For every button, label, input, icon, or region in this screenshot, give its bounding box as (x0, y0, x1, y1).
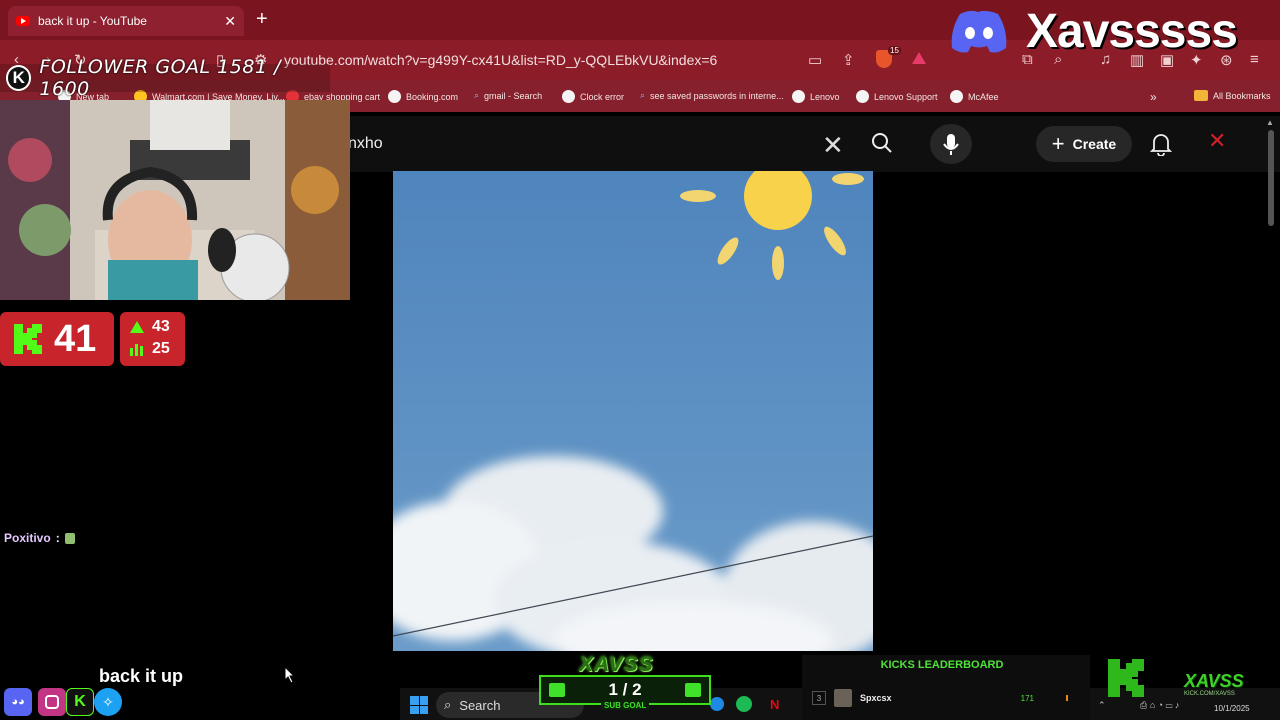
kicks-leaderboard: KICKS LEADERBOARD 3 Spxcsx 171 (802, 655, 1090, 720)
brave-badge: 15 (888, 46, 901, 55)
spotify-icon[interactable] (736, 696, 752, 712)
bookmark-item[interactable]: Booking.com (388, 90, 458, 103)
close-red-icon[interactable]: ✕ (1208, 128, 1226, 154)
tab-title: back it up - YouTube (38, 14, 147, 28)
youtube-icon (16, 16, 30, 26)
cast-icon[interactable]: ▭ (808, 51, 822, 69)
bag-icon (685, 683, 701, 697)
bookmark-item[interactable]: Lenovo (792, 90, 840, 103)
progress-indicator (1066, 695, 1068, 701)
globe-icon (856, 90, 869, 103)
emote-icon (64, 532, 75, 544)
all-bookmarks[interactable]: All Bookmarks (1194, 90, 1271, 101)
search-button[interactable] (862, 126, 902, 160)
folder-icon (1194, 90, 1208, 101)
youtube-header (350, 116, 1280, 172)
bag-icon (549, 683, 565, 697)
netflix-icon[interactable]: N (770, 697, 779, 712)
tab-youtube[interactable]: back it up - YouTube ✕ (8, 6, 244, 36)
bookmark-item[interactable]: Clock error (562, 90, 624, 103)
twitter-icon: ✧ (94, 688, 122, 716)
avatar (834, 689, 852, 707)
bookmark-item[interactable]: ⌕ see saved passwords in interne... (640, 90, 784, 101)
sub-goal-widget: XAVSS 1 / 2 SUB GOAL (539, 653, 711, 713)
discord-logo-icon (951, 10, 1007, 53)
tray-icons[interactable]: ⎙ ⌂ ◔ ▭ ♪ (1140, 700, 1179, 711)
close-tab-icon[interactable]: ✕ (224, 13, 236, 30)
instagram-icon (38, 688, 66, 716)
video-player[interactable] (393, 171, 873, 651)
bar-chart-icon (130, 344, 143, 356)
leaderboard-row: 3 Spxcsx 171 (812, 687, 1082, 709)
create-button[interactable]: + Create (1036, 126, 1132, 162)
globe-icon (388, 90, 401, 103)
windows-start-icon[interactable] (410, 696, 428, 714)
kick-k-icon (1108, 659, 1144, 697)
plus-icon: + (1051, 131, 1065, 156)
streamer-name: Xavsssss (1026, 5, 1238, 58)
discord-icon: ◕◕ (4, 688, 32, 716)
scroll-up-arrow[interactable]: ▲ (1266, 118, 1274, 127)
edge-icon[interactable] (710, 697, 724, 711)
voice-search-button[interactable] (930, 124, 972, 164)
search-icon: ⌕ (640, 90, 646, 100)
url-input[interactable]: youtube.com/watch?v=g499Y-cx41U&list=RD_… (284, 52, 717, 68)
clear-search-icon[interactable]: ✕ (822, 130, 844, 161)
up-arrow-icon (130, 321, 144, 333)
share-icon[interactable]: ⇪ (842, 51, 855, 69)
bookmark-item[interactable]: Lenovo Support (856, 90, 938, 103)
kick-icon: K (66, 688, 94, 716)
kick-viewer-count: 41 (0, 312, 114, 366)
scrollbar-thumb[interactable] (1268, 130, 1274, 226)
search-icon: ⌕ (444, 697, 452, 712)
more-bookmarks-icon[interactable]: » (1150, 90, 1157, 104)
taskbar-date: 10/1/2025 (1214, 704, 1250, 713)
follower-goal: K FOLLOWER GOAL 1581 / 1600 (0, 56, 330, 100)
stats-box: 43 25 (120, 312, 185, 366)
bookmark-item[interactable]: ⌕ gmail - Search (474, 90, 542, 101)
search-icon: ⌕ (474, 90, 480, 100)
new-tab-button[interactable]: + (256, 8, 268, 31)
menu-icon[interactable]: ≡ (1250, 51, 1259, 68)
chat-message: Poxitivo : (4, 531, 75, 545)
mic-icon (943, 134, 959, 155)
webcam-feed (0, 100, 350, 300)
globe-icon (792, 90, 805, 103)
notifications-bell-icon[interactable] (1150, 132, 1172, 156)
globe-icon (950, 90, 963, 103)
brave-rewards-icon[interactable] (912, 52, 926, 64)
brand-logo: XAVSS KICK.COM/XAVSS (1100, 655, 1280, 703)
bookmark-item[interactable]: McAfee (950, 90, 999, 103)
now-playing-song: back it up (99, 666, 184, 686)
search-input[interactable]: nxho (348, 135, 383, 153)
mouse-cursor-icon (284, 666, 296, 684)
follower-goal-text: FOLLOWER GOAL 1581 / 1600 (39, 56, 281, 100)
tray-chevron-icon[interactable]: ⌃ (1098, 700, 1106, 711)
kick-logo-icon: K (6, 65, 32, 91)
search-icon (872, 133, 888, 149)
kick-k-icon (14, 324, 42, 354)
globe-icon (562, 90, 575, 103)
